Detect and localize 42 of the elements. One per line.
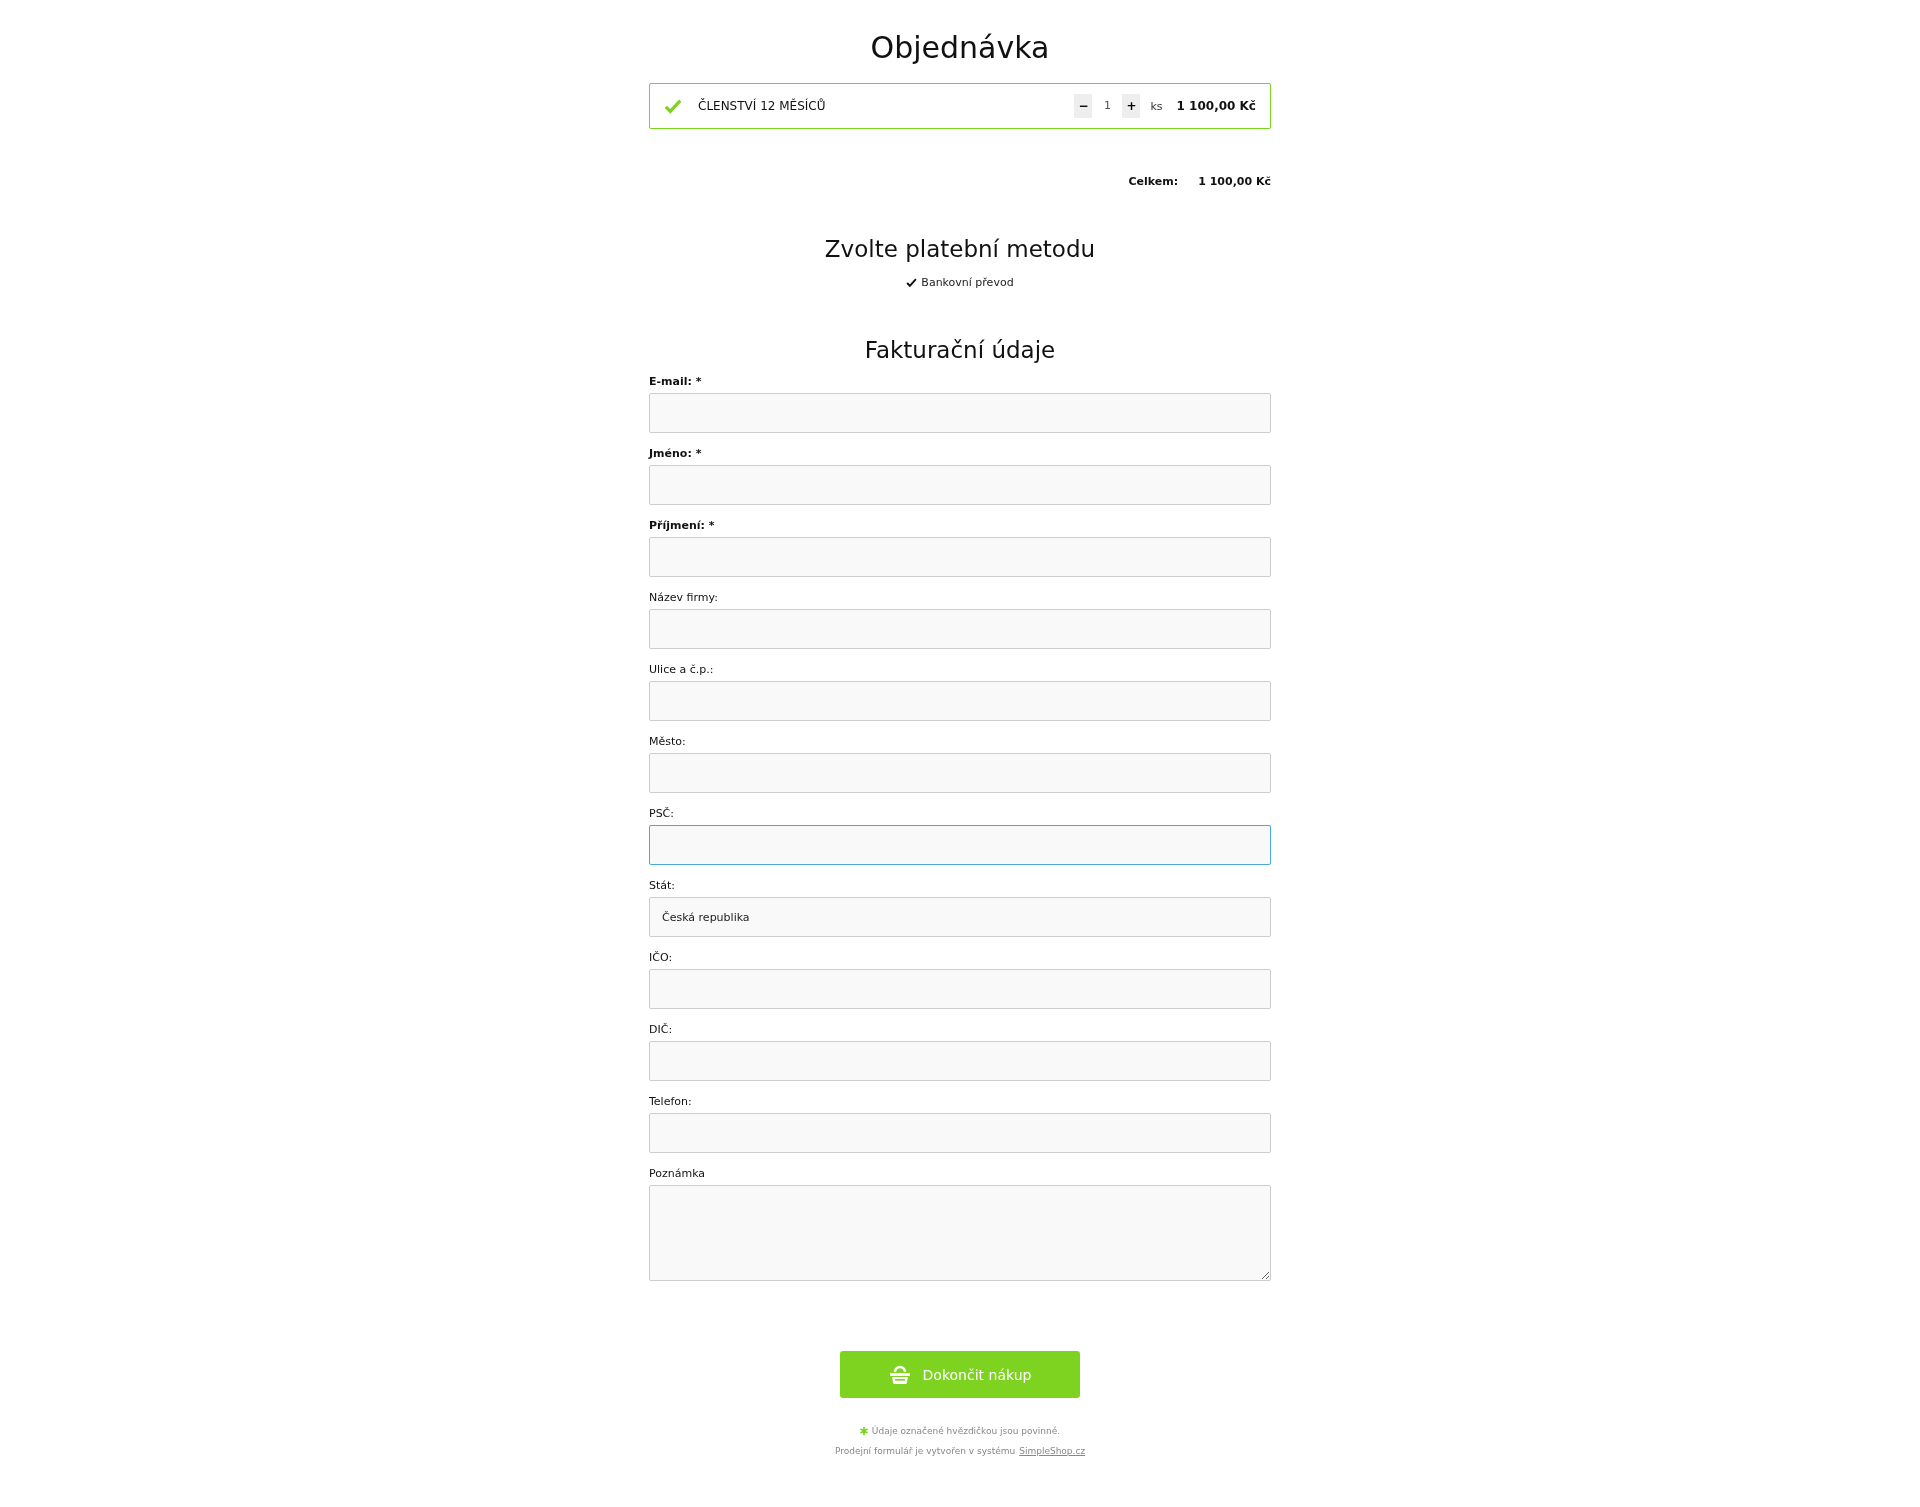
input-field[interactable] — [649, 1041, 1271, 1081]
field-label: Ulice a č.p.: — [649, 663, 715, 676]
decrease-button[interactable]: − — [1074, 94, 1093, 118]
section-heading: Fakturační údaje — [863, 337, 1057, 363]
basket-icon — [888, 1364, 911, 1385]
asterisk-icon — [859, 1427, 868, 1435]
field-label: DIČ: — [649, 1023, 674, 1036]
credit-text: Prodejní formulář je vytvořen v systému — [834, 1446, 1016, 1456]
product-price: 1 100,00 Kč — [1176, 99, 1256, 113]
check-icon — [664, 97, 682, 115]
input-field[interactable] — [649, 681, 1271, 721]
input-field[interactable] — [649, 825, 1271, 865]
field-label: E-mail: * — [649, 375, 703, 388]
payment-method[interactable]: Bankovní převod — [921, 276, 1014, 289]
field-label: Příjmení: * — [649, 519, 716, 532]
field-label: Město: — [649, 735, 687, 748]
total-label: Celkem: — [1128, 175, 1179, 188]
increase-button[interactable]: + — [1122, 94, 1141, 118]
input-field[interactable]: Česká republika — [649, 897, 1271, 937]
input-field[interactable] — [649, 1113, 1271, 1153]
section-heading: Zvolte platební metodu — [823, 236, 1097, 262]
page-title: Objednávka — [869, 30, 1051, 65]
input-field[interactable] — [649, 609, 1271, 649]
input-field[interactable] — [649, 969, 1271, 1009]
total-value: 1 100,00 Kč — [1198, 175, 1271, 188]
field-label: IČO: — [649, 951, 674, 964]
field-label: Jméno: * — [649, 447, 703, 460]
field-label: Telefon: — [649, 1095, 693, 1108]
note-field[interactable] — [649, 1185, 1271, 1281]
field-label: PSČ: — [649, 807, 675, 820]
input-field[interactable] — [649, 537, 1271, 577]
field-label: Stát: — [649, 879, 677, 892]
input-field[interactable] — [649, 753, 1271, 793]
input-field[interactable] — [649, 393, 1271, 433]
required-note: Údaje označené hvězdičkou jsou povinné. — [871, 1426, 1061, 1436]
simpleshop-link[interactable]: SimpleShop.cz — [1019, 1446, 1086, 1456]
check-icon — [906, 277, 918, 288]
input-field[interactable] — [649, 465, 1271, 505]
unit-label: ks — [1150, 99, 1163, 113]
product-name: ČLENSTVÍ 12 MĚSÍCŮ — [697, 99, 827, 113]
field-label: Název firmy: — [649, 591, 719, 604]
field-label: Poznámka — [649, 1167, 707, 1180]
